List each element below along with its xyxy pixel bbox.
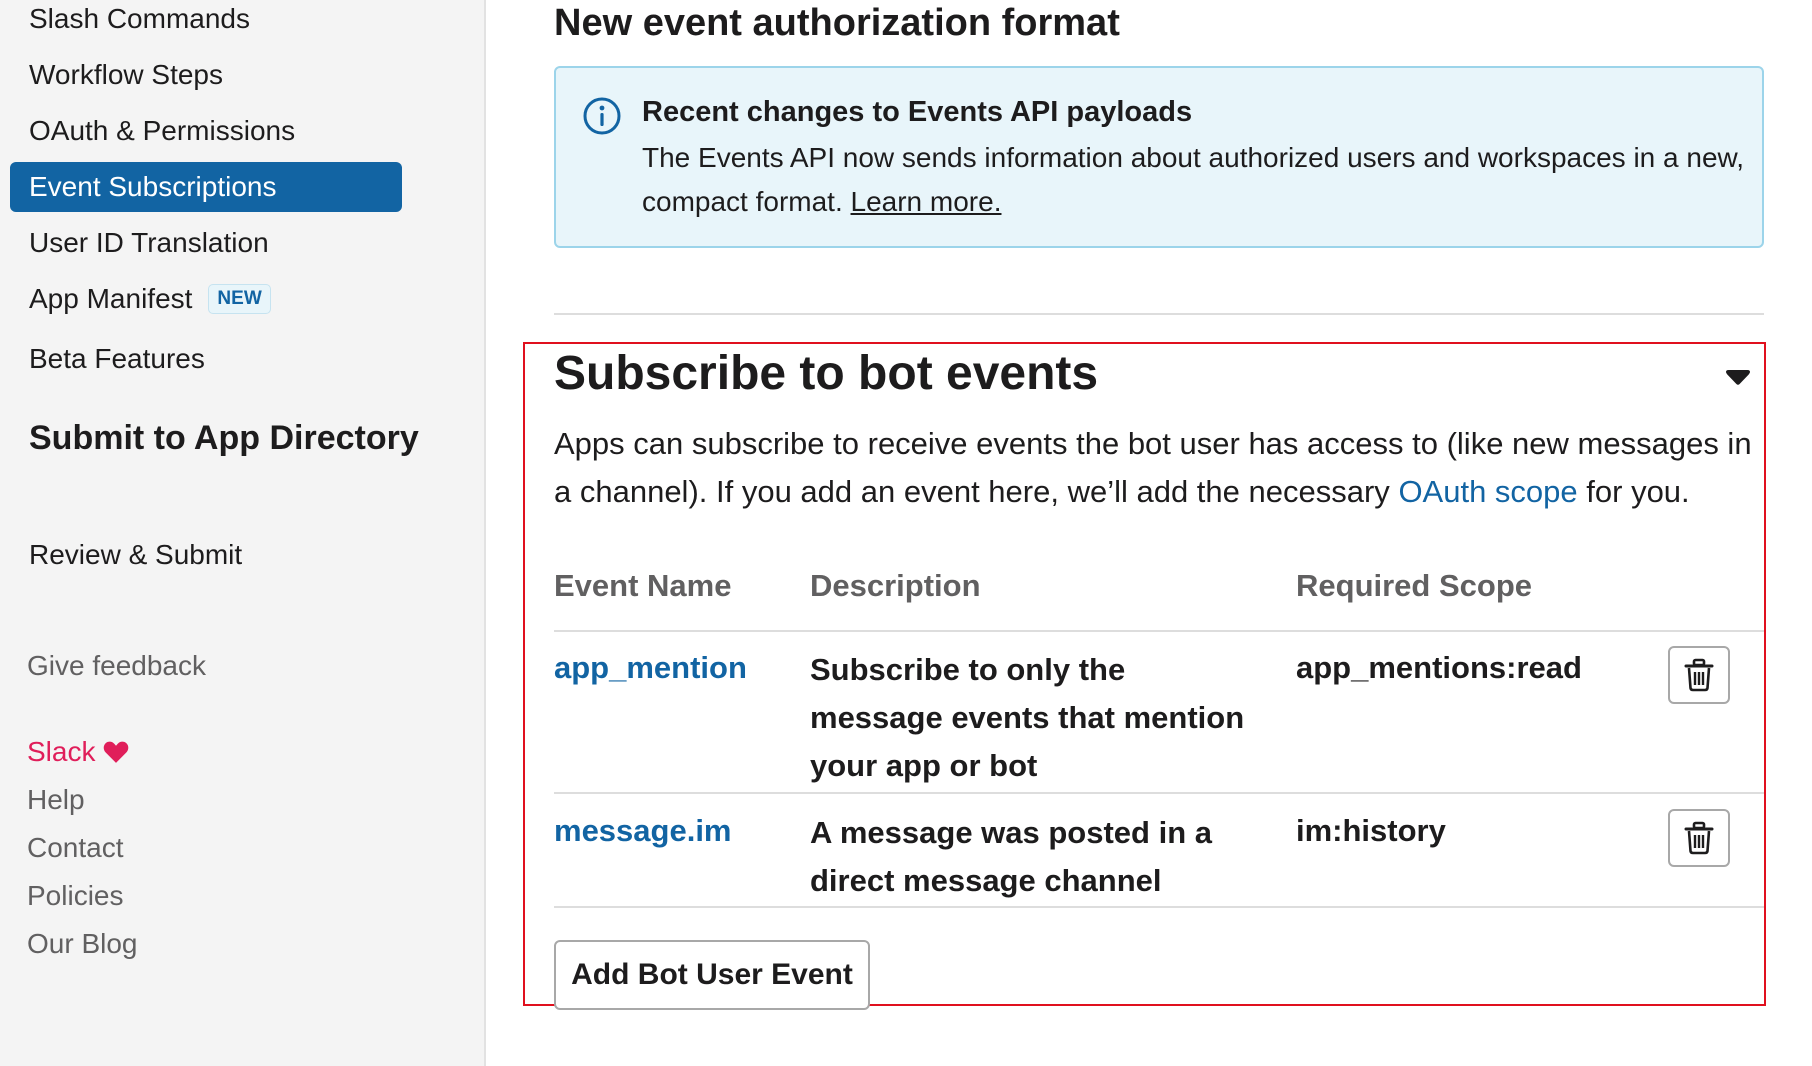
sidebar-item-label: Slash Commands bbox=[29, 3, 250, 34]
sidebar-item-label: App Manifest bbox=[29, 283, 193, 314]
table-divider bbox=[554, 906, 1764, 908]
event-name-link[interactable]: app_mention bbox=[554, 650, 747, 686]
info-icon bbox=[583, 97, 621, 135]
notice-body: The Events API now sends information abo… bbox=[642, 136, 1752, 224]
our-blog-link[interactable]: Our Blog bbox=[27, 928, 138, 960]
help-link[interactable]: Help bbox=[27, 784, 85, 816]
notice-title: Recent changes to Events API payloads bbox=[642, 96, 1193, 128]
description-text-end: for you. bbox=[1586, 474, 1690, 509]
give-feedback-link[interactable]: Give feedback bbox=[27, 650, 206, 682]
new-badge: NEW bbox=[208, 284, 271, 314]
event-name-link[interactable]: message.im bbox=[554, 813, 732, 849]
sidebar-item-workflow-steps[interactable]: Workflow Steps bbox=[10, 50, 402, 100]
event-description: A message was posted in a direct message… bbox=[810, 815, 1213, 898]
section-title: Subscribe to bot events bbox=[554, 347, 1099, 400]
delete-event-button[interactable] bbox=[1668, 646, 1730, 704]
info-notice: Recent changes to Events API payloads Th… bbox=[554, 66, 1764, 248]
sidebar-item-label: Beta Features bbox=[29, 343, 205, 374]
trash-icon bbox=[1684, 658, 1714, 692]
sidebar-item-label: Event Subscriptions bbox=[29, 171, 277, 202]
column-header-description: Description bbox=[810, 568, 981, 603]
sidebar-item-app-manifest[interactable]: App Manifest NEW bbox=[10, 274, 402, 324]
learn-more-link[interactable]: Learn more. bbox=[851, 186, 1002, 217]
sidebar-item-label: Workflow Steps bbox=[29, 59, 223, 90]
sidebar: Slash Commands Workflow Steps OAuth & Pe… bbox=[0, 0, 486, 1066]
section-description: Apps can subscribe to receive events the… bbox=[554, 420, 1764, 516]
heart-icon bbox=[104, 741, 129, 763]
event-description: Subscribe to only the message events tha… bbox=[810, 652, 1245, 783]
sidebar-item-beta-features[interactable]: Beta Features bbox=[10, 334, 402, 384]
event-scope: im:history bbox=[1296, 813, 1446, 848]
table-divider bbox=[554, 792, 1764, 794]
sidebar-item-label: Review & Submit bbox=[29, 539, 243, 570]
contact-link[interactable]: Contact bbox=[27, 832, 124, 864]
caret-down-icon[interactable] bbox=[1724, 368, 1752, 388]
sidebar-item-label: OAuth & Permissions bbox=[29, 115, 296, 146]
sidebar-item-user-id-translation[interactable]: User ID Translation bbox=[10, 218, 402, 268]
policies-link[interactable]: Policies bbox=[27, 880, 123, 912]
section-divider bbox=[554, 313, 1764, 315]
table-divider bbox=[554, 630, 1764, 632]
add-bot-user-event-button[interactable]: Add Bot User Event bbox=[554, 940, 870, 1010]
sidebar-item-label: User ID Translation bbox=[29, 227, 269, 258]
event-scope: app_mentions:read bbox=[1296, 650, 1582, 685]
submit-section-heading: Submit to App Directory bbox=[29, 419, 419, 457]
notice-text: The Events API now sends information abo… bbox=[642, 142, 1744, 217]
slack-brand-label: Slack bbox=[27, 736, 96, 767]
oauth-scope-link[interactable]: OAuth scope bbox=[1398, 474, 1577, 509]
sidebar-item-review-submit[interactable]: Review & Submit bbox=[10, 530, 402, 580]
slack-home-link[interactable]: Slack bbox=[27, 736, 129, 768]
sidebar-item-oauth-permissions[interactable]: OAuth & Permissions bbox=[10, 106, 402, 156]
trash-icon bbox=[1684, 821, 1714, 855]
sidebar-item-event-subscriptions[interactable]: Event Subscriptions bbox=[10, 162, 402, 212]
delete-event-button[interactable] bbox=[1668, 809, 1730, 867]
column-header-event-name: Event Name bbox=[554, 568, 732, 603]
page-title: New event authorization format bbox=[554, 2, 1120, 44]
sidebar-item-slash-commands[interactable]: Slash Commands bbox=[10, 0, 402, 44]
column-header-required-scope: Required Scope bbox=[1296, 568, 1532, 603]
